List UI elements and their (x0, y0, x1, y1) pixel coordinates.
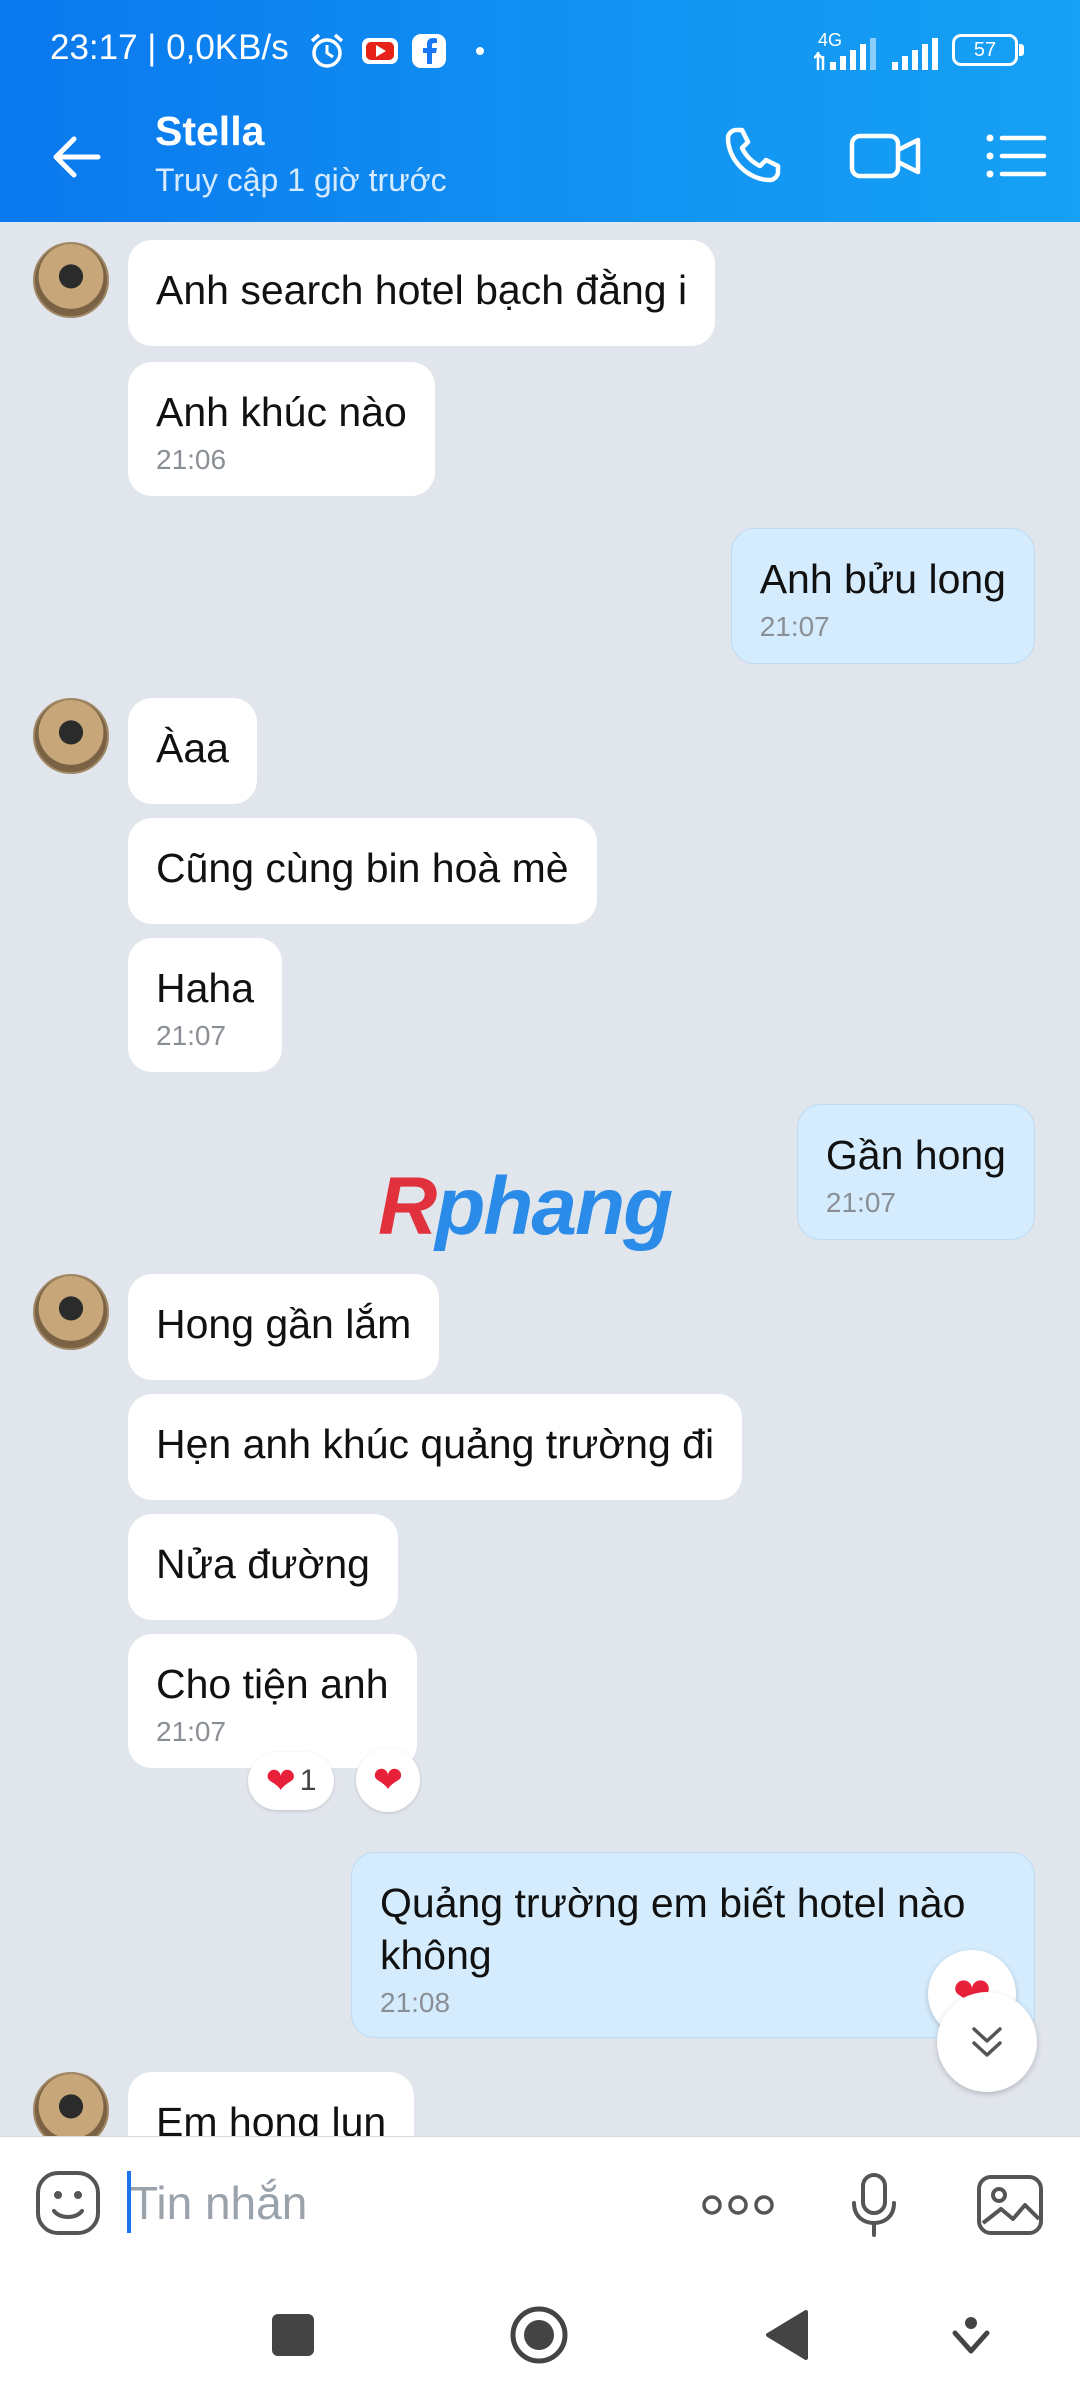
last-seen-status: Truy cập 1 giờ trước (155, 162, 447, 198)
avatar[interactable] (33, 1274, 109, 1350)
image-icon (977, 2175, 1043, 2235)
message-bubble-in[interactable]: Hong gần lắm (128, 1274, 440, 1380)
message-time: 21:07 (156, 1716, 227, 1747)
message-input-bar (0, 2136, 1080, 2268)
battery-level: 57 (973, 38, 997, 61)
status-time: 23:17 | 0,0KB/s (50, 28, 289, 67)
alarm-icon (310, 33, 344, 68)
list-menu-icon[interactable] (980, 120, 1052, 192)
status-bar: 23:17 | 0,0KB/s 4G 57 (0, 0, 1080, 90)
gallery-button[interactable] (972, 2167, 1048, 2243)
voice-button[interactable] (836, 2167, 912, 2243)
recent-apps-icon (272, 2314, 314, 2356)
avatar[interactable] (33, 698, 109, 774)
message-text: Anh search hotel bạch đằng i (156, 267, 688, 313)
message-time: 21:08 (380, 1987, 451, 2018)
message-bubble-out[interactable]: Anh bửu long 21:07 (730, 528, 1035, 664)
phone-icon[interactable] (716, 120, 788, 192)
back-arrow-icon[interactable] (44, 124, 110, 190)
contact-name[interactable]: Stella (155, 108, 264, 155)
message-bubble-in[interactable]: Àaa (128, 698, 257, 804)
video-icon[interactable] (846, 120, 926, 192)
avatar[interactable] (33, 2072, 109, 2136)
back-button[interactable] (752, 2300, 822, 2370)
dropdown-icon (952, 2317, 990, 2354)
message-text: Cho tiện anh (156, 1661, 389, 1707)
message-time: 21:07 (825, 1187, 896, 1218)
emoji-icon[interactable] (32, 2167, 104, 2239)
message-text: Hẹn anh khúc quảng trường đi (156, 1421, 715, 1467)
message-text: Anh khúc nào (156, 389, 407, 435)
message-bubble-in[interactable]: Hẹn anh khúc quảng trường đi (128, 1394, 743, 1500)
battery-icon: 57 (952, 34, 1018, 66)
message-text-line: không (380, 1932, 492, 1978)
heart-icon: ❤ (372, 1759, 404, 1800)
message-text: Àaa (156, 725, 229, 771)
home-button[interactable] (504, 2300, 574, 2370)
message-text: Hong gần lắm (156, 1301, 412, 1347)
recent-apps-button[interactable] (258, 2300, 328, 2370)
message-bubble-in[interactable]: Em hong lun (128, 2072, 415, 2136)
reaction-count: 1 (299, 1764, 317, 1797)
system-nav-bar (0, 2268, 1080, 2400)
message-time: 21:07 (759, 611, 830, 642)
dropdown-button[interactable] (936, 2300, 1006, 2370)
top-bar: 23:17 | 0,0KB/s 4G 57 Stella Truy cập 1 … (0, 0, 1080, 222)
message-bubble-in[interactable]: Anh khúc nào 21:06 (128, 362, 435, 496)
double-chevron-down-icon (972, 2027, 1002, 2057)
message-text: Cũng cùng bin hoà mè (156, 845, 569, 891)
youtube-icon (362, 38, 398, 64)
heart-icon: ❤ (265, 1760, 296, 1801)
reaction-count-badge[interactable]: ❤ 1 (248, 1752, 334, 1810)
chat-header: Stella Truy cập 1 giờ trước (0, 90, 1080, 222)
message-bubble-in[interactable]: Haha 21:07 (128, 938, 283, 1072)
message-bubble-in[interactable]: Anh search hotel bạch đằng i (128, 240, 716, 346)
message-text: Nửa đường (156, 1541, 370, 1587)
message-bubble-in[interactable]: Cho tiện anh 21:07 (128, 1634, 417, 1768)
more-icon (702, 2195, 774, 2215)
dot-icon (476, 47, 484, 55)
message-time: 21:06 (156, 444, 227, 475)
message-bubble-in[interactable]: Nửa đường (128, 1514, 398, 1620)
back-icon (766, 2310, 808, 2360)
more-button[interactable] (696, 2167, 780, 2243)
react-button[interactable]: ❤ (356, 1748, 420, 1812)
scroll-to-bottom-button[interactable] (937, 1992, 1037, 2092)
microphone-icon (852, 2173, 896, 2237)
signal-icon-2 (892, 38, 938, 70)
signal-icon (814, 38, 876, 70)
message-text: Anh bửu long (759, 556, 1006, 602)
facebook-icon (412, 34, 446, 68)
watermark-logo: Rphang (378, 1161, 673, 1252)
message-bubble-out[interactable]: Gần hong 21:07 (796, 1104, 1035, 1240)
battery-tip (1019, 44, 1024, 56)
home-icon (510, 2306, 568, 2364)
message-input[interactable] (130, 2163, 650, 2243)
message-text: Gần hong (825, 1132, 1006, 1178)
message-text: Haha (156, 965, 255, 1011)
message-time: 21:07 (156, 1020, 227, 1051)
message-bubble-in[interactable]: Cũng cùng bin hoà mè (128, 818, 597, 924)
message-text-line: Quảng trường em biết hotel nào (380, 1880, 966, 1926)
message-text: Em hong lun (156, 2099, 387, 2136)
avatar[interactable] (33, 242, 109, 318)
